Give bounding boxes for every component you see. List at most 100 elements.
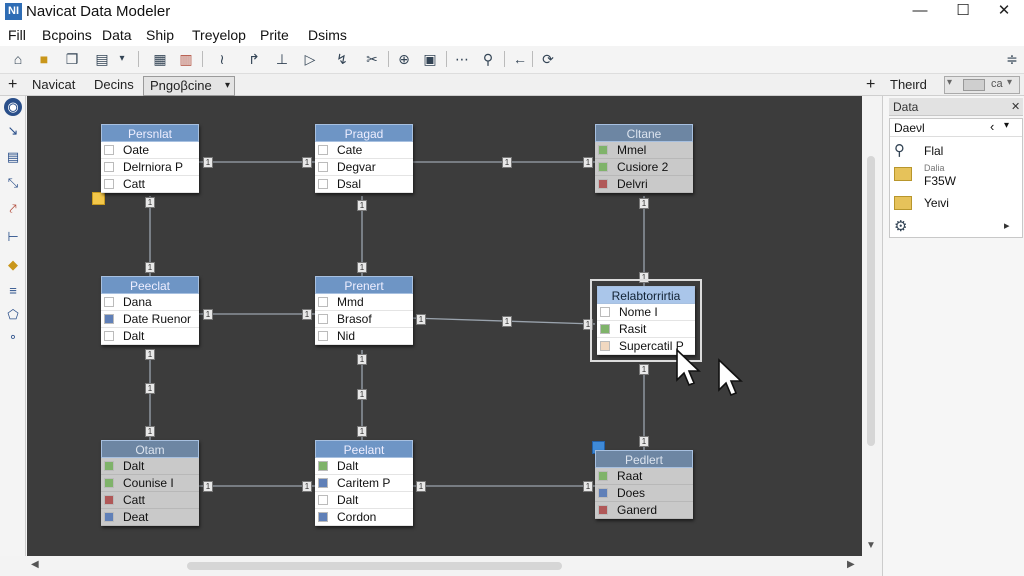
entity-field[interactable]: Degvar xyxy=(315,159,413,176)
connector-marker[interactable]: 1 xyxy=(639,364,649,375)
clipboard-icon[interactable]: ▤ xyxy=(92,49,112,69)
zoom-in-icon[interactable]: ⊕ xyxy=(394,49,414,69)
list-tool-icon[interactable]: ≡ xyxy=(4,282,22,300)
table-tool-icon[interactable]: ▤ xyxy=(4,148,22,166)
panel-item[interactable]: ⚲ Flal xyxy=(894,141,1018,161)
entity-field[interactable]: Catt xyxy=(101,492,199,509)
scroll-down-icon[interactable]: ▼ xyxy=(866,540,876,551)
menu-bcpoins[interactable]: Bcpoins xyxy=(42,27,92,43)
maximize-button[interactable]: ☐ xyxy=(943,0,983,24)
entity-table-selected[interactable]: Relabtorrirtia Nome I Rasit Supercatil P xyxy=(590,279,702,362)
panel-search[interactable]: Daeνl ‹ ▾ xyxy=(890,119,1022,137)
line-tool-icon[interactable]: ⤡ xyxy=(4,174,22,192)
connector-marker[interactable]: 1 xyxy=(357,200,367,211)
chevron-down-icon[interactable]: ▾ xyxy=(225,77,230,95)
connector-marker[interactable]: 1 xyxy=(416,481,426,492)
entity-field[interactable]: Cordon xyxy=(315,509,413,526)
entity-table[interactable]: Prenert Mmd Brasof Nid xyxy=(315,276,413,345)
menu-file[interactable]: Fill xyxy=(8,27,26,43)
tab-third[interactable]: Theιrd xyxy=(884,76,933,96)
entity-table[interactable]: Persnlat Oate Delrniora P Catt xyxy=(101,124,199,193)
point-tool-icon[interactable]: ∘ xyxy=(4,328,22,346)
entity-field[interactable]: Oate xyxy=(101,142,199,159)
wave-icon[interactable]: ≀ xyxy=(212,49,232,69)
entity-field[interactable]: Caritem P xyxy=(315,475,413,492)
entity-field[interactable]: Mmd xyxy=(315,294,413,311)
menu-prite[interactable]: Prite xyxy=(260,27,289,43)
entity-field[interactable]: Dana xyxy=(101,294,199,311)
expand-icon[interactable]: ▸ xyxy=(1004,219,1010,232)
connector-marker[interactable]: 1 xyxy=(416,314,426,325)
connector-marker[interactable]: 1 xyxy=(302,157,312,168)
entity-field[interactable]: Rasit xyxy=(597,321,695,338)
entity-field[interactable]: Dsal xyxy=(315,176,413,193)
entity-field[interactable]: Delvri xyxy=(595,176,693,193)
entity-table[interactable]: Otam Dalt Counise I Catt Deat xyxy=(101,440,199,526)
route-icon[interactable]: ↯ xyxy=(332,49,352,69)
note-marker[interactable] xyxy=(92,192,105,205)
vertical-scrollbar[interactable]: ▼ xyxy=(862,96,880,556)
entity-field[interactable]: Counise I xyxy=(101,475,199,492)
panel-combo[interactable]: ▾ ca ▾ xyxy=(944,76,1020,94)
home-icon[interactable]: ⌂ xyxy=(8,49,28,69)
scroll-right-icon[interactable]: ▶ xyxy=(847,559,855,570)
connector-marker[interactable]: 1 xyxy=(302,309,312,320)
pointer-icon[interactable]: ↘ xyxy=(4,122,22,140)
connector-marker[interactable]: 1 xyxy=(145,197,155,208)
tab-decins[interactable]: Decins xyxy=(88,76,140,96)
entity-field[interactable]: Dalt xyxy=(315,492,413,509)
entity-table[interactable]: Peelant Dalt Caritem P Dalt Cordon xyxy=(315,440,413,526)
panel-close-icon[interactable]: ✕ xyxy=(1011,100,1020,113)
horizontal-scrollbar[interactable]: ◀ ▶ xyxy=(27,556,862,576)
connector-marker[interactable]: 1 xyxy=(203,157,213,168)
panel-item[interactable]: Yeιvi xyxy=(894,193,1018,213)
entity-field[interactable]: Deat xyxy=(101,509,199,526)
diagram-canvas[interactable]: 1 1 1 1 1 1 1 1 1 1 1 1 1 1 1 1 1 1 1 1 … xyxy=(27,96,862,556)
tab-pngobcine[interactable]: Pngoβcine ▾ xyxy=(143,76,235,96)
connector-marker[interactable]: 1 xyxy=(302,481,312,492)
entity-field[interactable]: Catt xyxy=(101,176,199,193)
tools-icon[interactable]: ✂ xyxy=(362,49,382,69)
entity-field[interactable]: Date Ruenor xyxy=(101,311,199,328)
panel-item[interactable]: Dalia F35W xyxy=(894,163,1018,191)
connector-marker[interactable]: 1 xyxy=(357,262,367,273)
entity-field[interactable]: Delrniora P xyxy=(101,159,199,176)
search-icon[interactable]: ⚲ xyxy=(478,49,498,69)
connector-marker[interactable]: 1 xyxy=(502,316,512,327)
entity-field[interactable]: Does xyxy=(595,485,693,502)
menu-data[interactable]: Data xyxy=(102,27,132,43)
connector-marker[interactable]: 1 xyxy=(583,481,593,492)
entity-field[interactable]: Raat xyxy=(595,468,693,485)
connector-marker[interactable]: 1 xyxy=(203,481,213,492)
split-icon[interactable]: ⊥ xyxy=(272,49,292,69)
entity-table[interactable]: Peeclat Dana Date Ruenor Dalt xyxy=(101,276,199,345)
database-icon[interactable]: ◉ xyxy=(4,98,22,116)
entity-field[interactable]: Cate xyxy=(315,142,413,159)
back-icon[interactable]: ← xyxy=(510,49,530,69)
scroll-left-icon[interactable]: ◀ xyxy=(31,559,39,570)
connector-marker[interactable]: 1 xyxy=(145,426,155,437)
step-tool-icon[interactable]: ⊢ xyxy=(4,228,22,246)
vertical-scroll-thumb[interactable] xyxy=(867,156,875,446)
connector-marker[interactable]: 1 xyxy=(145,383,155,394)
table-icon[interactable]: ▦ xyxy=(150,49,170,69)
minimize-button[interactable]: — xyxy=(900,0,940,24)
play-icon[interactable]: ▷ xyxy=(300,49,320,69)
add-right-tab-button[interactable]: + xyxy=(860,76,881,96)
connector-icon[interactable]: ↱ xyxy=(244,49,264,69)
chevron-down-icon[interactable]: ▾ xyxy=(112,49,132,69)
entity-field[interactable]: Dalt xyxy=(101,458,199,475)
entity-field[interactable]: Nome I xyxy=(597,304,695,321)
connector-marker[interactable]: 1 xyxy=(357,426,367,437)
add-tab-button[interactable]: + xyxy=(2,76,23,96)
relation-icon[interactable]: ▥ xyxy=(176,49,196,69)
settings-icon[interactable]: ≑ xyxy=(1002,49,1022,69)
entity-field[interactable]: Dalt xyxy=(315,458,413,475)
connector-marker[interactable]: 1 xyxy=(145,262,155,273)
connector-marker[interactable]: 1 xyxy=(583,319,593,330)
connector-marker[interactable]: 1 xyxy=(639,272,649,283)
entity-table[interactable]: Pragad Cate Degvar Dsal xyxy=(315,124,413,193)
layout-icon[interactable]: ▣ xyxy=(420,49,440,69)
close-button[interactable]: ✕ xyxy=(984,0,1024,24)
connector-marker[interactable]: 1 xyxy=(583,157,593,168)
